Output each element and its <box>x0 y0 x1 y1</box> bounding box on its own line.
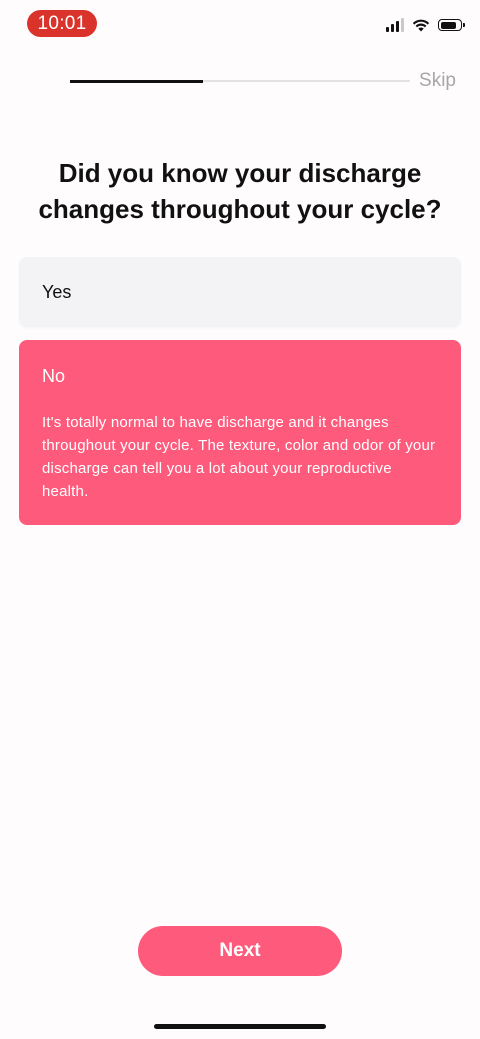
progress-header: Skip <box>70 68 460 96</box>
option-yes-label: Yes <box>42 281 72 302</box>
cellular-signal-icon <box>386 18 404 32</box>
option-no-description: It's totally normal to have discharge an… <box>42 414 436 500</box>
option-no-label: No <box>42 366 66 386</box>
status-time: 10:01 <box>27 10 97 37</box>
progress-bar-fill <box>70 79 203 83</box>
skip-button[interactable]: Skip <box>419 70 456 92</box>
battery-icon <box>438 19 465 31</box>
wifi-icon <box>412 19 430 32</box>
status-bar: 10:01 <box>0 0 480 46</box>
option-no[interactable]: No It's totally normal to have discharge… <box>19 340 461 525</box>
progress-bar <box>70 79 410 83</box>
next-button[interactable]: Next <box>138 926 342 976</box>
question-title: Did you know your discharge changes thro… <box>38 158 442 224</box>
home-indicator <box>154 1024 326 1029</box>
option-yes[interactable]: Yes <box>19 257 461 327</box>
status-icons <box>386 18 465 32</box>
